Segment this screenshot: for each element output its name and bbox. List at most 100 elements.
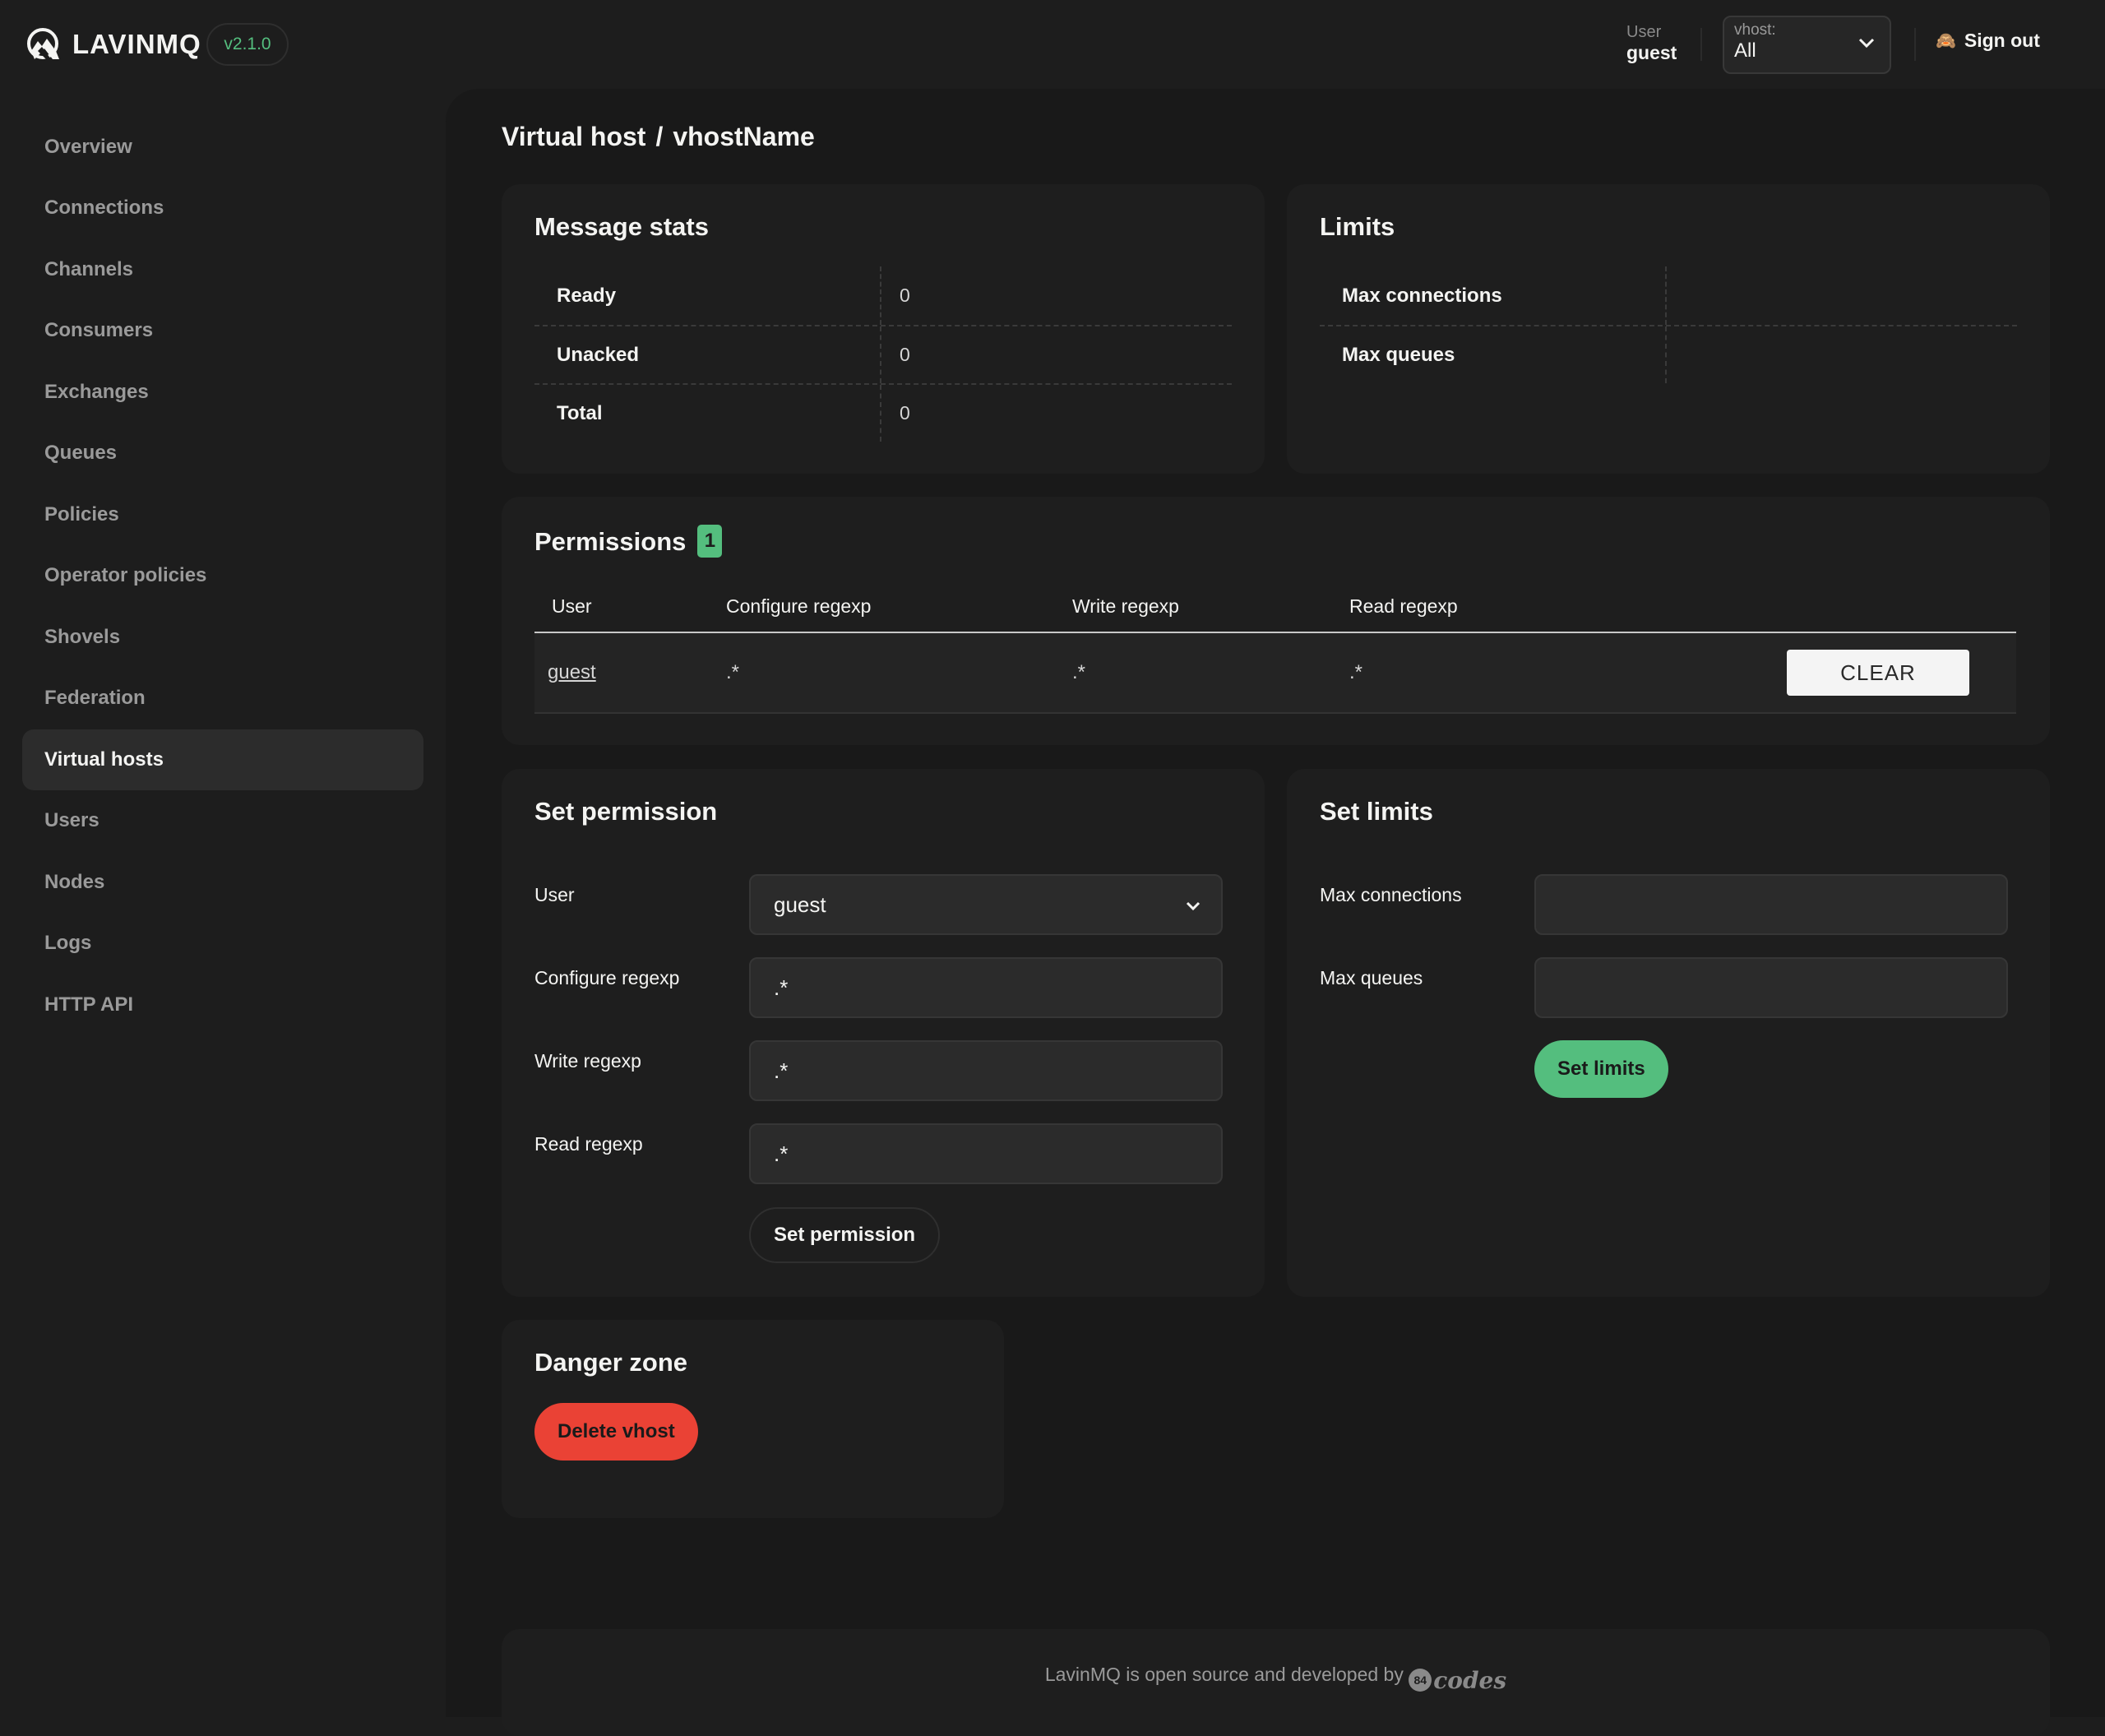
max-queues-input[interactable] [1534,957,2008,1018]
read-regexp-input[interactable]: .* [749,1123,1223,1184]
page-footer: LavinMQ is open source and developed by … [502,1629,2050,1736]
limit-row-max-queues: Max queues [1320,325,2017,383]
permissions-title-text: Permissions [534,527,687,556]
permissions-count-badge: 1 [697,525,723,558]
limits-title: Limits [1320,212,1395,241]
write-field-row: Write regexp .* [534,1040,1242,1101]
max-queues-label: Max queues [1320,967,1423,988]
configure-regexp-input[interactable]: .* [749,957,1223,1018]
sidebar-item-overview[interactable]: Overview [22,117,423,178]
chevron-down-icon [1186,901,1201,911]
sidebar-item-exchanges[interactable]: Exchanges [22,362,423,423]
write-field-label: Write regexp [534,1050,641,1072]
set-limits-button[interactable]: Set limits [1534,1040,1668,1098]
stat-value: 0 [900,344,910,365]
chevron-down-icon [1858,38,1875,49]
column-header-user: User [552,595,592,617]
stat-value: 0 [900,285,910,306]
max-connections-input[interactable] [1534,874,2008,935]
column-header-configure: Configure regexp [726,595,872,617]
set-permission-title: Set permission [534,797,718,826]
max-connections-label: Max connections [1320,884,1462,905]
sidebar-item-virtual-hosts[interactable]: Virtual hosts [22,729,423,790]
sidebar-item-operator-policies[interactable]: Operator policies [22,545,423,606]
configure-field-label: Configure regexp [534,967,680,988]
permissions-table: User Configure regexp Write regexp Read … [534,581,2016,714]
vhost-select[interactable]: vhost: All [1723,16,1891,74]
header-divider [1700,28,1702,61]
breadcrumb-parent: Virtual host [502,122,646,151]
version-badge: v2.1.0 [206,23,289,66]
stat-row-ready: Ready 0 [534,266,1232,325]
permission-user-link[interactable]: guest [548,661,596,683]
84codes-logo[interactable]: 84 codes [1409,1667,1506,1694]
clear-permission-button[interactable]: CLEAR [1787,650,1969,696]
permission-write-cell: .* [1072,661,1086,683]
permissions-table-header: User Configure regexp Write regexp Read … [534,581,2016,633]
set-permission-card: Set permission User guest Configure rege… [502,769,1265,1297]
limits-card: Limits Max connections Max queues [1287,184,2050,474]
lavinmq-mountain-icon [27,28,59,59]
header-divider [1914,28,1916,61]
sidebar-item-connections[interactable]: Connections [22,178,423,238]
permission-action-cell: CLEAR [1787,650,1969,696]
limit-row-max-connections: Max connections [1320,266,2017,325]
user-field-label: User [534,884,575,905]
84codes-logo-word: codes [1433,1666,1507,1694]
sign-out-button[interactable]: 🙈 Sign out [1936,30,2040,52]
breadcrumb-separator: / [655,122,664,151]
footer-statement: LavinMQ is open source and developed by [1044,1664,1404,1685]
write-regexp-input[interactable]: .* [749,1040,1223,1101]
sidebar-item-shovels[interactable]: Shovels [22,607,423,668]
permissions-card: Permissions 1 User Configure regexp Write… [502,497,2050,745]
current-user: User guest [1626,23,1677,63]
sidebar-item-channels[interactable]: Channels [22,239,423,300]
stat-key: Total [534,385,881,442]
limits-table: Max connections Max queues [1320,266,2017,383]
sidebar-nav: Overview Connections Channels Consumers … [0,89,446,1717]
danger-zone-title: Danger zone [534,1348,688,1377]
stat-row-total: Total 0 [534,383,1232,442]
permission-read-cell: .* [1349,661,1363,683]
sidebar-item-policies[interactable]: Policies [22,484,423,545]
sidebar-item-federation[interactable]: Federation [22,668,423,729]
message-stats-table: Ready 0 Unacked 0 Total 0 [534,266,1232,442]
column-header-read: Read regexp [1349,595,1458,617]
sidebar-item-http-api[interactable]: HTTP API [22,974,423,1035]
footer-text: LavinMQ is open source and developed by … [502,1664,2050,1694]
stat-key: Unacked [534,326,881,383]
permission-configure-cell: .* [726,661,740,683]
stat-row-unacked: Unacked 0 [534,325,1232,383]
set-permission-button[interactable]: Set permission [749,1207,941,1263]
lavinmq-logo[interactable]: LAVINMQ [26,26,201,62]
delete-vhost-button[interactable]: Delete vhost [534,1403,698,1461]
message-stats-title: Message stats [534,212,709,241]
sidebar-item-consumers[interactable]: Consumers [22,300,423,361]
top-header: LAVINMQ v2.1.0 User guest vhost: All 🙈 S… [0,0,2105,89]
sidebar-item-logs[interactable]: Logs [22,913,423,974]
breadcrumb-current: vhostName [673,122,815,151]
stat-key: Ready [534,266,881,325]
page-title: Virtual host / vhostName [502,122,815,152]
message-stats-card: Message stats Ready 0 Unacked 0 Total 0 [502,184,1265,474]
max-connections-row: Max connections [1320,874,2027,935]
configure-field-row: Configure regexp .* [534,957,1242,1018]
sidebar-item-nodes[interactable]: Nodes [22,852,423,913]
set-limits-title: Set limits [1320,797,1433,826]
table-row: guest .* .* .* CLEAR [534,633,2016,714]
permission-user-cell: guest [534,661,726,684]
sign-out-label: Sign out [1964,30,2040,51]
see-no-evil-monkey-icon: 🙈 [1936,32,1956,50]
user-field-row: User guest [534,874,1242,935]
max-queues-row: Max queues [1320,957,2027,1018]
84codes-logo-badge: 84 [1409,1669,1432,1692]
sidebar-item-queues[interactable]: Queues [22,423,423,484]
limit-key: Max queues [1320,326,1667,383]
read-field-label: Read regexp [534,1133,643,1155]
user-label: User [1626,23,1662,41]
user-select[interactable]: guest [749,874,1223,935]
limit-key: Max connections [1320,266,1667,325]
sidebar-item-users[interactable]: Users [22,790,423,851]
stat-value: 0 [900,402,910,424]
danger-zone-card: Danger zone Delete vhost [502,1320,1004,1518]
